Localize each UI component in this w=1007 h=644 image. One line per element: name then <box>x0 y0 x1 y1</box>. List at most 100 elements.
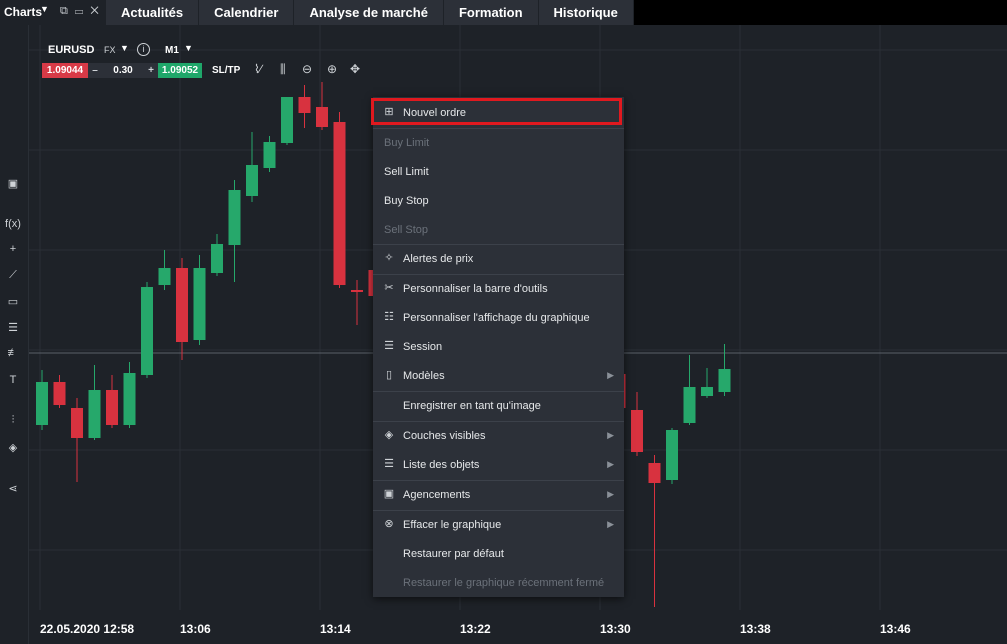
text-icon[interactable]: T <box>4 374 22 386</box>
rectangle-icon[interactable]: ▭ <box>4 295 22 308</box>
quantity-field[interactable]: 0.30 <box>102 63 144 78</box>
candles-icon[interactable]: ⫼ <box>280 62 286 77</box>
menu-item-label: Session <box>403 341 443 353</box>
menu-item-label: Couches visibles <box>403 430 486 442</box>
symbol-name[interactable]: EURUSD <box>48 44 94 56</box>
highlight-box <box>371 98 622 125</box>
menu-item-label: Sell Stop <box>384 224 429 236</box>
menu-tabs: Actualités Calendrier Analyse de marché … <box>106 0 634 25</box>
menu-item-buy-stop[interactable]: Buy Stop <box>373 187 624 215</box>
line-chart-icon[interactable]: ⌇∕ <box>254 62 262 76</box>
candle-body <box>701 387 713 396</box>
window-controls-icon[interactable]: ⧉ ▭ ✕ <box>60 5 101 18</box>
candle-body <box>351 290 363 292</box>
menu-item-restaurer-defaut[interactable]: Restaurer par défaut <box>373 540 624 568</box>
tools-icon: ✂ <box>384 282 394 294</box>
increase-quantity-button[interactable]: + <box>144 63 158 78</box>
time-label: 13:38 <box>740 622 771 636</box>
layout-icon[interactable]: ▣ <box>4 177 22 190</box>
info-icon[interactable]: i <box>137 43 150 56</box>
candle-body <box>333 122 346 285</box>
sell-price-button[interactable]: 1.09044 <box>42 63 88 78</box>
line-tool-icon[interactable]: ⟋ <box>4 269 22 282</box>
layers-icon[interactable]: ◈ <box>4 441 22 454</box>
tab-analyse-de-marche[interactable]: Analyse de marché <box>294 0 444 25</box>
candle-body <box>648 463 661 483</box>
menu-item-label: Buy Limit <box>384 137 430 149</box>
timeframe-select[interactable]: M1 <box>165 45 179 56</box>
candle-body <box>36 382 48 425</box>
time-label: 13:22 <box>460 622 491 636</box>
price-bar: 1.09044 – 0.30 + 1.09052 <box>42 63 202 78</box>
menu-item-personnaliser-affichage[interactable]: ☷ Personnaliser l'affichage du graphique <box>373 304 624 332</box>
function-icon[interactable]: f(x) <box>4 218 22 230</box>
crosshair-icon[interactable]: + <box>4 243 22 255</box>
menu-item-label: Enregistrer en tant qu'image <box>403 400 541 412</box>
tab-historique[interactable]: Historique <box>538 0 634 25</box>
candle-body <box>106 390 118 425</box>
sltp-button[interactable]: SL/TP <box>212 65 240 76</box>
zoom-in-icon[interactable]: ⊕ <box>327 62 337 76</box>
menu-item-effacer-graphique[interactable]: ⊗ Effacer le graphique ▶ <box>373 511 624 539</box>
tab-actualites[interactable]: Actualités <box>106 0 200 25</box>
chevron-down-icon[interactable]: ▼ <box>120 43 129 53</box>
clear-icon: ⊗ <box>384 518 394 530</box>
symbol-type: FX <box>104 45 116 55</box>
chevron-down-icon[interactable]: ▼ <box>184 43 193 53</box>
menu-item-label: Personnaliser la barre d'outils <box>403 283 548 295</box>
candle-body <box>683 387 696 423</box>
layout-icon: ▣ <box>383 488 395 500</box>
candle-body <box>281 97 293 143</box>
time-label: 13:14 <box>320 622 351 636</box>
top-bar: Charts ▼ ⧉ ▭ ✕ Actualités Calendrier Ana… <box>0 0 1007 25</box>
candle-body <box>53 382 66 405</box>
candle-body <box>211 244 223 273</box>
alert-icon: ✧ <box>384 252 394 264</box>
layers-icon: ◈ <box>384 429 394 441</box>
candle-body <box>88 390 101 438</box>
context-menu: ⊞ Nouvel ordre Buy Limit Sell Limit Buy S… <box>373 97 624 597</box>
candle-body <box>263 142 276 168</box>
move-icon[interactable]: ✥ <box>350 62 360 76</box>
candle-body <box>193 268 206 340</box>
fibonacci-icon[interactable]: ☰ <box>4 321 22 334</box>
chevron-right-icon: ▶ <box>607 489 614 499</box>
menu-item-couches-visibles[interactable]: ◈ Couches visibles ▶ <box>373 422 624 450</box>
charts-tab[interactable]: Charts ▼ ⧉ ▭ ✕ <box>0 0 106 25</box>
candle-body <box>123 373 136 425</box>
menu-item-personnaliser-barre[interactable]: ✂ Personnaliser la barre d'outils <box>373 275 624 303</box>
indicators-icon[interactable]: ⫶ <box>4 414 22 427</box>
decrease-quantity-button[interactable]: – <box>88 63 102 78</box>
menu-item-label: Liste des objets <box>403 459 480 471</box>
candle-body <box>176 268 188 342</box>
menu-item-label: Modèles <box>403 370 445 382</box>
menu-item-label: Agencements <box>403 489 471 501</box>
candle-body <box>631 410 643 452</box>
menu-item-liste-objets[interactable]: ☰ Liste des objets ▶ <box>373 451 624 479</box>
channel-icon[interactable]: ≢ <box>4 347 22 359</box>
candle-body <box>71 408 83 438</box>
menu-item-modeles[interactable]: ▯ Modèles ▶ <box>373 362 624 390</box>
menu-item-sell-limit[interactable]: Sell Limit <box>373 158 624 186</box>
candle-body <box>666 430 678 480</box>
session-icon: ☰ <box>384 340 394 352</box>
left-toolbar: ▣ f(x) + ⟋ ▭ ☰ ≢ T ⫶ ◈ ⋖ <box>0 25 29 644</box>
menu-item-agencements[interactable]: ▣ Agencements ▶ <box>373 481 624 509</box>
menu-item-enregistrer-image[interactable]: Enregistrer en tant qu'image <box>373 392 624 420</box>
menu-item-session[interactable]: ☰ Session <box>373 333 624 361</box>
menu-item-label: Effacer le graphique <box>403 519 502 531</box>
candle-body <box>158 268 171 285</box>
share-icon[interactable]: ⋖ <box>4 482 22 495</box>
zoom-out-icon[interactable]: ⊖ <box>302 62 312 76</box>
tab-calendrier[interactable]: Calendrier <box>199 0 295 25</box>
chevron-down-icon[interactable]: ▼ <box>40 4 49 14</box>
time-label: 13:46 <box>880 622 911 636</box>
time-label: 13:30 <box>600 622 631 636</box>
chevron-right-icon: ▶ <box>607 430 614 440</box>
candle-body <box>228 190 241 245</box>
menu-item-sell-stop: Sell Stop <box>373 216 624 244</box>
menu-item-label: Personnaliser l'affichage du graphique <box>403 312 590 324</box>
buy-price-button[interactable]: 1.09052 <box>158 63 202 78</box>
menu-item-alertes-de-prix[interactable]: ✧ Alertes de prix <box>373 245 624 273</box>
tab-formation[interactable]: Formation <box>443 0 539 25</box>
